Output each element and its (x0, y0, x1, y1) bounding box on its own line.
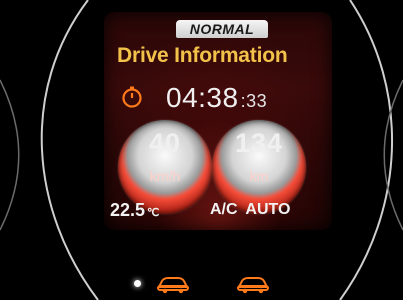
stopwatch-icon (122, 86, 142, 108)
car-icon (237, 277, 269, 294)
ac-status: A/C AUTO (210, 201, 290, 219)
trip-time: 04:38:33 (166, 82, 267, 114)
page-indicator (134, 272, 304, 296)
temperature-value: 22.5 (110, 200, 146, 220)
ac-label: A/C (210, 201, 238, 218)
trip-time-seconds: :33 (240, 91, 268, 111)
instrument-cluster: NORMAL Drive Information 04:38:33 40 km/… (0, 0, 403, 300)
range-value: 134 (234, 128, 284, 158)
temperature-unit: ℃ (147, 207, 160, 219)
range-dial: 134 km (212, 120, 306, 214)
section-title: Drive Information (117, 44, 288, 67)
cabin-temperature: 22.5 ℃ (110, 200, 159, 221)
page-dot-active (134, 280, 141, 287)
trip-time-main: 04:38 (166, 82, 239, 113)
range-unit: km (249, 168, 269, 184)
car-icon (157, 277, 189, 294)
speed-value: 40 (148, 128, 182, 158)
speed-unit: km/h (149, 168, 181, 184)
drive-mode-badge: NORMAL (176, 20, 268, 38)
ac-mode: AUTO (245, 201, 291, 218)
